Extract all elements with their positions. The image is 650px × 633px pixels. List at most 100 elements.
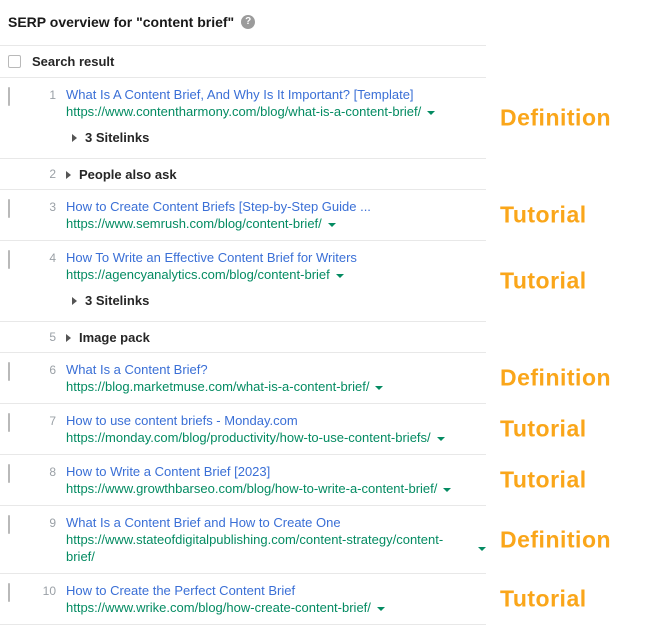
result-title-link[interactable]: How to Write a Content Brief [2023] [66,463,451,480]
table-row: 1 What Is A Content Brief, And Why Is It… [0,78,486,159]
table-row: 10 How to Create the Perfect Content Bri… [0,574,486,625]
triangle-right-icon [72,297,77,305]
sitelinks-toggle[interactable]: 3 Sitelinks [72,292,357,309]
table-row: 7 How to use content briefs - Monday.com… [0,404,486,455]
result-url-text: https://www.growthbarseo.com/blog/how-to… [66,480,437,497]
table-row: 5 Image pack [0,322,486,353]
row-number: 8 [32,463,56,479]
result-title-link[interactable]: How to Create Content Briefs [Step-by-St… [66,198,371,215]
help-icon[interactable]: ? [241,15,255,29]
result-content: How to Write a Content Brief [2023] http… [66,463,451,497]
row-checkbox[interactable] [8,413,10,432]
row-checkbox[interactable] [8,250,10,269]
result-url-text: https://agencyanalytics.com/blog/content… [66,266,330,283]
url-dropdown-caret-icon[interactable] [377,607,385,611]
row-number: 4 [32,249,56,265]
sitelinks-toggle[interactable]: 3 Sitelinks [72,129,435,146]
url-dropdown-caret-icon[interactable] [427,111,435,115]
result-content: How to Create Content Briefs [Step-by-St… [66,198,371,232]
result-url[interactable]: https://www.wrike.com/blog/how-create-co… [66,599,385,616]
table-header-label: Search result [32,54,114,69]
triangle-right-icon [66,334,71,342]
row-checkbox[interactable] [8,583,10,602]
url-dropdown-caret-icon[interactable] [336,274,344,278]
result-title-link[interactable]: How To Write an Effective Content Brief … [66,249,357,266]
checkbox-cell [0,165,32,167]
result-url[interactable]: https://agencyanalytics.com/blog/content… [66,266,357,283]
result-content: How to Create the Perfect Content Brief … [66,582,385,616]
checkbox-cell [0,514,32,534]
row-number: 6 [32,361,56,377]
row-checkbox[interactable] [8,199,10,218]
checkbox-cell [0,86,32,106]
row-checkbox[interactable] [8,464,10,483]
result-content: How To Write an Effective Content Brief … [66,249,357,313]
select-all-checkbox[interactable] [8,55,21,68]
panel-header: SERP overview for "content brief" ? [0,0,650,45]
row-number: 5 [32,328,56,344]
page-title: SERP overview for "content brief" [8,14,234,30]
result-url-text: https://www.stateofdigitalpublishing.com… [66,531,472,565]
url-dropdown-caret-icon[interactable] [443,488,451,492]
result-url-text: https://www.semrush.com/blog/content-bri… [66,215,322,232]
triangle-right-icon [66,171,71,179]
sitelinks-label: 3 Sitelinks [85,129,149,146]
serp-overview-panel: SERP overview for "content brief" ? Sear… [0,0,650,633]
result-url[interactable]: https://www.contentharmony.com/blog/what… [66,103,435,120]
annotation-label: Tutorial [500,202,587,229]
table-row: 2 People also ask [0,159,486,190]
result-title-link[interactable]: What Is a Content Brief? [66,361,383,378]
result-url-text: https://blog.marketmuse.com/what-is-a-co… [66,378,369,395]
result-content: What Is a Content Brief and How to Creat… [66,514,486,565]
result-content: What Is A Content Brief, And Why Is It I… [66,86,435,150]
checkbox-cell [0,249,32,269]
row-number: 1 [32,86,56,102]
sitelinks-label: 3 Sitelinks [85,292,149,309]
serp-feature-label: Image pack [79,329,150,346]
table-row: 4 How To Write an Effective Content Brie… [0,241,486,322]
result-url[interactable]: https://www.stateofdigitalpublishing.com… [66,531,486,565]
url-dropdown-caret-icon[interactable] [328,223,336,227]
url-dropdown-caret-icon[interactable] [478,547,486,551]
table-row: 8 How to Write a Content Brief [2023] ht… [0,455,486,506]
row-checkbox[interactable] [8,87,10,106]
result-url-text: https://www.wrike.com/blog/how-create-co… [66,599,371,616]
row-number: 9 [32,514,56,530]
table-row: 9 What Is a Content Brief and How to Cre… [0,506,486,574]
result-title-link[interactable]: How to use content briefs - Monday.com [66,412,445,429]
annotation-label: Tutorial [500,268,587,295]
url-dropdown-caret-icon[interactable] [375,386,383,390]
annotation-label: Definition [500,526,611,553]
annotation-label: Tutorial [500,586,587,613]
triangle-right-icon [72,134,77,142]
row-checkbox[interactable] [8,515,10,534]
table-row: 3 How to Create Content Briefs [Step-by-… [0,190,486,241]
result-title-link[interactable]: What Is A Content Brief, And Why Is It I… [66,86,435,103]
serp-feature-toggle[interactable]: Image pack [66,328,150,346]
table-header-row: Search result [0,45,486,78]
result-title-link[interactable]: What Is a Content Brief and How to Creat… [66,514,486,531]
result-url-text: https://www.contentharmony.com/blog/what… [66,103,421,120]
row-number: 10 [32,582,56,598]
checkbox-cell [0,412,32,432]
checkbox-cell [0,328,32,330]
result-url[interactable]: https://blog.marketmuse.com/what-is-a-co… [66,378,383,395]
annotation-label: Definition [500,105,611,132]
result-content: How to use content briefs - Monday.com h… [66,412,445,446]
annotation-label: Tutorial [500,467,587,494]
serp-feature-label: People also ask [79,166,177,183]
result-title-link[interactable]: How to Create the Perfect Content Brief [66,582,385,599]
result-url[interactable]: https://www.semrush.com/blog/content-bri… [66,215,371,232]
checkbox-cell [0,198,32,218]
serp-feature-toggle[interactable]: People also ask [66,165,177,183]
row-number: 2 [32,165,56,181]
url-dropdown-caret-icon[interactable] [437,437,445,441]
result-url[interactable]: https://www.growthbarseo.com/blog/how-to… [66,480,451,497]
results-list: 1 What Is A Content Brief, And Why Is It… [0,78,650,625]
row-checkbox[interactable] [8,362,10,381]
result-url-text: https://monday.com/blog/productivity/how… [66,429,431,446]
annotation-label: Tutorial [500,416,587,443]
checkbox-cell [0,582,32,602]
checkbox-cell [0,361,32,381]
result-url[interactable]: https://monday.com/blog/productivity/how… [66,429,445,446]
